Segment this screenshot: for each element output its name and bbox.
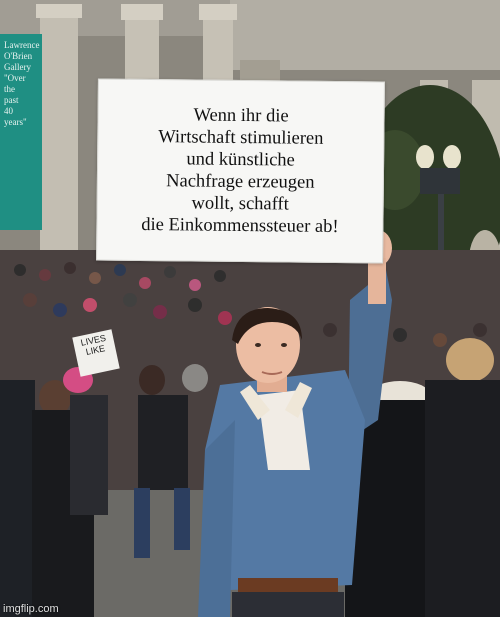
- watermark: imgflip.com: [3, 603, 59, 615]
- protest-sign-text: Wenn ihr die Wirtschaft stimulieren und …: [141, 105, 339, 238]
- crowd-sign-text: LIVES LIKE: [79, 332, 107, 357]
- gallery-banner-text: Lawrence O'Brien Gallery "Over the past …: [4, 40, 40, 127]
- gallery-banner: Lawrence O'Brien Gallery "Over the past …: [0, 34, 42, 230]
- crowd-sign: LIVES LIKE: [72, 329, 120, 377]
- protest-sign: Wenn ihr die Wirtschaft stimulieren und …: [96, 78, 385, 264]
